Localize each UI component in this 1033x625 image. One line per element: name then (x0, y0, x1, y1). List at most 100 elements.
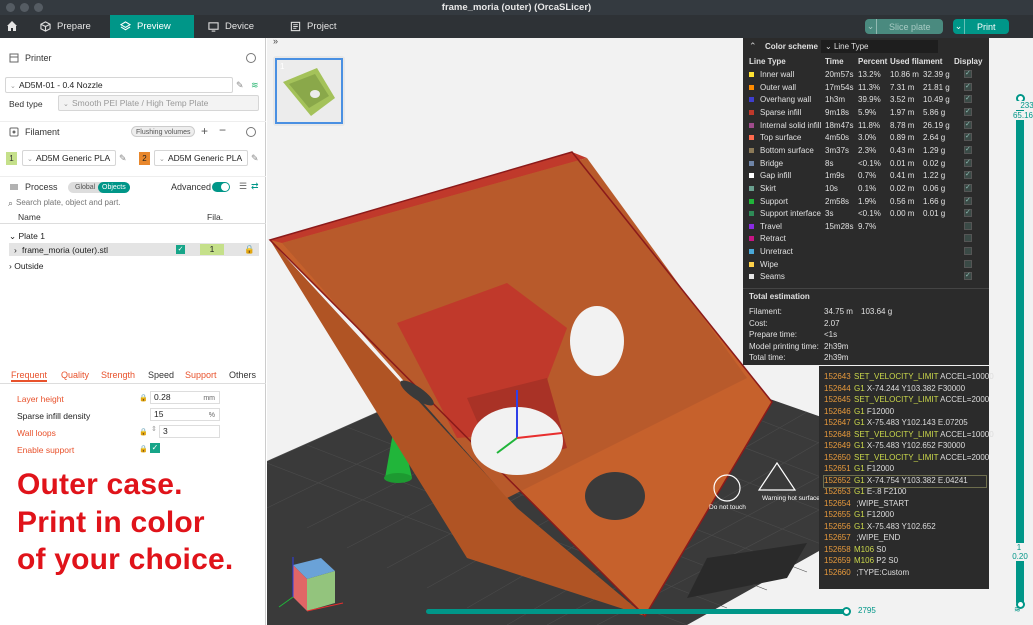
edit-filament-1-icon[interactable]: ✎ (119, 153, 129, 163)
filament-section-header[interactable]: Filament Flushing volumes + − (0, 121, 266, 141)
display-checkbox[interactable] (964, 120, 972, 129)
display-checkbox[interactable] (964, 94, 972, 104)
wifi-icon[interactable]: ≋ (251, 80, 261, 90)
display-checkbox[interactable] (964, 247, 972, 256)
legend-row[interactable]: Support interface 3s <0.1% 0.00 m 0.01 g (743, 208, 989, 221)
plate-tree-item[interactable]: ⌄ Plate 1 (9, 231, 45, 242)
flushing-volumes-button[interactable]: Flushing volumes (131, 126, 196, 137)
print-button[interactable]: ⌄ Print (953, 19, 1009, 34)
display-checkbox[interactable] (964, 69, 972, 78)
filament-2-badge[interactable]: 2 (139, 152, 150, 165)
slice-dropdown-chevron-icon[interactable]: ⌄ (865, 19, 877, 34)
plate-thumbnail[interactable]: 1 (273, 56, 345, 126)
legend-row[interactable]: Outer wall 17m54s 11.3% 7.31 m 21.81 g (743, 82, 989, 95)
tab-others[interactable]: Others (229, 370, 256, 380)
legend-row[interactable]: Overhang wall 1h3m 39.9% 3.52 m 10.49 g (743, 94, 989, 107)
collapse-sidebar-icon[interactable]: » (273, 38, 278, 46)
global-toggle-option[interactable]: Global (71, 182, 99, 193)
display-checkbox[interactable] (964, 196, 972, 205)
tab-strength[interactable]: Strength (101, 370, 135, 380)
tab-preview[interactable]: Preview (110, 15, 194, 38)
legend-row[interactable]: Support 2m58s 1.9% 0.56 m 1.66 g (743, 196, 989, 209)
zoom-window-dot[interactable] (34, 3, 43, 12)
display-checkbox[interactable] (964, 158, 972, 167)
process-section-header[interactable]: Process Global Objects Advanced ☰ ⇄ (0, 176, 266, 196)
column-fila-header[interactable]: Fila. (207, 212, 223, 222)
tab-support[interactable]: Support (185, 370, 217, 380)
printer-settings-gear-icon[interactable] (246, 53, 256, 63)
legend-row[interactable]: Travel 15m28s 9.7% (743, 221, 989, 234)
edit-filament-2-icon[interactable]: ✎ (251, 153, 261, 163)
legend-row[interactable]: Seams (743, 271, 989, 284)
legend-row[interactable]: Sparse infill 9m18s 5.9% 1.97 m 5.86 g (743, 107, 989, 120)
bed-type-select[interactable]: ⌄ Smooth PEI Plate / High Temp Plate (58, 95, 259, 111)
home-icon[interactable] (6, 20, 18, 32)
filament-1-badge[interactable]: 1 (6, 152, 17, 165)
stepper-icon[interactable]: ⇕ (151, 425, 157, 433)
plate-thumbnail-selected[interactable]: 1 (275, 58, 343, 124)
tab-prepare[interactable]: Prepare (30, 15, 108, 38)
move-slider-knob[interactable] (842, 607, 851, 616)
printer-section-header[interactable]: Printer (0, 48, 266, 68)
color-scheme-select[interactable]: ⌄ Line Type (821, 40, 938, 53)
legend-row[interactable]: Top surface 4m50s 3.0% 0.89 m 2.64 g (743, 132, 989, 145)
object-filament-badge[interactable]: 1 (200, 244, 224, 255)
display-checkbox[interactable] (964, 208, 972, 218)
tab-device[interactable]: Device (198, 15, 276, 38)
legend-row[interactable]: Retract (743, 233, 989, 246)
layers-stack-icon[interactable]: ≋ (1014, 605, 1021, 614)
printer-preset-select[interactable]: ⌄ AD5M-01 - 0.4 Nozzle (5, 77, 233, 93)
object-row[interactable]: › frame_moria (outer).stl ✓ 1 🔒 (9, 243, 259, 256)
object-visible-checkbox[interactable]: ✓ (176, 245, 185, 254)
slice-plate-button[interactable]: ⌄ Slice plate (865, 19, 943, 34)
layer-slider[interactable] (1015, 94, 1025, 609)
edit-preset-icon[interactable]: ✎ (236, 80, 246, 90)
display-checkbox[interactable] (964, 271, 972, 281)
tab-project[interactable]: Project (280, 15, 360, 38)
expand-chevron-icon[interactable]: › (14, 245, 17, 255)
column-name-header[interactable]: Name (18, 212, 41, 222)
legend-row[interactable]: Bridge 8s <0.1% 0.01 m 0.02 g (743, 158, 989, 171)
filament-1-select[interactable]: ⌄ AD5M Generic PLA (22, 150, 116, 166)
lock-icon[interactable]: 🔒 (139, 445, 148, 453)
remove-filament-icon[interactable]: − (219, 123, 226, 137)
collapse-legend-icon[interactable]: ⌃ (749, 41, 757, 52)
objects-toggle-option[interactable]: Objects (98, 182, 130, 193)
layer-height-input[interactable]: 0.28 mm (150, 391, 220, 404)
display-checkbox[interactable] (964, 234, 972, 243)
window-controls[interactable] (6, 3, 43, 12)
legend-row[interactable]: Bottom surface 3m37s 2.3% 0.43 m 1.29 g (743, 145, 989, 158)
display-checkbox[interactable] (964, 82, 972, 91)
filament-settings-gear-icon[interactable] (246, 126, 256, 137)
display-checkbox[interactable] (964, 170, 972, 180)
tab-quality[interactable]: Quality (61, 370, 89, 380)
display-checkbox[interactable] (964, 145, 972, 154)
filament-2-select[interactable]: ⌄ AD5M Generic PLA (154, 150, 248, 166)
display-checkbox[interactable] (964, 183, 972, 192)
enable-support-checkbox[interactable]: ✓ (150, 443, 160, 453)
compare-icon[interactable]: ⇄ (251, 181, 259, 192)
advanced-toggle[interactable] (212, 182, 230, 192)
legend-row[interactable]: Skirt 10s 0.1% 0.02 m 0.06 g (743, 183, 989, 196)
legend-row[interactable]: Unretract (743, 246, 989, 259)
tab-speed[interactable]: Speed (148, 370, 174, 380)
display-checkbox[interactable] (964, 259, 972, 268)
lock-icon[interactable]: 🔒 (139, 428, 148, 436)
minimize-window-dot[interactable] (20, 3, 29, 12)
sparse-infill-input[interactable]: 15% (150, 408, 220, 421)
legend-row[interactable]: Wipe (743, 259, 989, 272)
print-dropdown-chevron-icon[interactable]: ⌄ (953, 19, 965, 34)
outside-tree-item[interactable]: › Outside (9, 261, 44, 271)
add-filament-icon[interactable]: + (201, 124, 208, 138)
lock-icon[interactable]: 🔒 (139, 394, 148, 402)
legend-row[interactable]: Gap infill 1m9s 0.7% 0.41 m 1.22 g (743, 170, 989, 183)
list-view-icon[interactable]: ☰ (239, 181, 247, 192)
close-window-dot[interactable] (6, 3, 15, 12)
legend-row[interactable]: Inner wall 20m57s 13.2% 10.86 m 32.39 g (743, 69, 989, 82)
lock-icon[interactable]: 🔒 (244, 244, 255, 255)
wall-loops-input[interactable]: 3 (159, 425, 220, 438)
tab-frequent[interactable]: Frequent (11, 370, 48, 382)
move-slider[interactable] (426, 607, 851, 616)
search-input[interactable] (16, 196, 261, 209)
legend-row[interactable]: Internal solid infill 18m47s 11.8% 8.78 m 26… (743, 120, 989, 133)
